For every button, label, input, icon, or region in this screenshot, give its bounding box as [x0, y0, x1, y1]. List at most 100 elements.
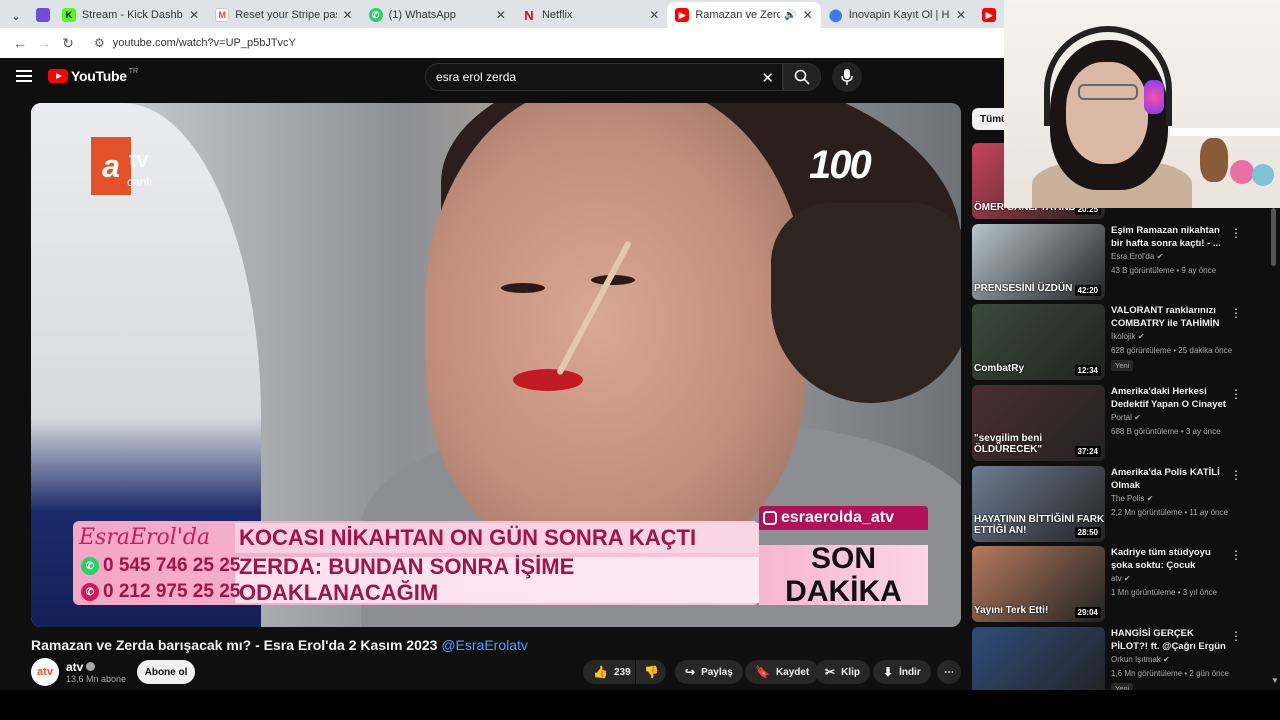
youtube-icon: ▶ [982, 8, 997, 22]
video-thumbnail[interactable]: CombatRy 12:34 [972, 304, 1105, 380]
bottom-black-bar [0, 690, 1280, 720]
browser-tab-0[interactable] [28, 2, 54, 28]
browser-tab-3[interactable]: ✆ (1) WhatsApp ✕ [361, 2, 514, 28]
url-omnibox[interactable]: ⚙ youtube.com/watch?v=UP_p5bJTvcY [86, 31, 996, 55]
recommendation-title[interactable]: VALORANT ranklarınızı COMBATRY ile TAHİM… [1111, 304, 1227, 330]
recommendation-meta: 1,6 Mn görüntüleme • 2 gün önce [1111, 669, 1229, 678]
voice-search-button[interactable] [832, 62, 862, 92]
more-actions-button[interactable]: ⋯ [937, 660, 961, 684]
recommendation-title[interactable]: Amerika'da Polis KATİLİ Olmak [1111, 466, 1227, 492]
search-input[interactable]: esra erol zerda ✕ [425, 63, 783, 91]
video-thumbnail[interactable]: "sevgilim beni ÖLDÜRECEK" 37:24 [972, 385, 1105, 461]
more-vertical-icon[interactable]: ⋮ [1230, 226, 1242, 240]
video-title-mention[interactable]: @EsraErolatv [441, 637, 528, 653]
clip-button[interactable]: ✂ Klip [815, 660, 870, 684]
close-icon[interactable]: ✕ [803, 8, 813, 22]
video-thumbnail[interactable]: Yayını Terk Etti! 29:04 [972, 546, 1105, 622]
menu-hamburger-icon[interactable] [16, 70, 32, 82]
subscribe-button[interactable]: Abone ol [137, 660, 195, 684]
clear-search-icon[interactable]: ✕ [761, 69, 774, 87]
channel-name[interactable]: atv [66, 660, 96, 674]
video-thumbnail[interactable]: PRENSESİNİ ÜZDÜN 42:20 [972, 224, 1105, 300]
more-vertical-icon[interactable]: ⋮ [1230, 306, 1242, 320]
youtube-logo[interactable]: YouTube TR [48, 68, 138, 84]
youtube-play-icon [48, 69, 68, 83]
webcam-rgb-earcup [1144, 80, 1164, 114]
breaking-dakika: DAKİKA [785, 575, 902, 608]
channel-text: atv [1111, 574, 1122, 583]
video-player[interactable]: a tv canlı 100 EsraErol'da KOCASI NİKAHT… [31, 103, 961, 627]
recommendation-channel[interactable]: Portal ✔ [1111, 413, 1141, 422]
browser-tab-6[interactable]: ⬤ İnovapin Kayıt Ol | Hemen Üy ✕ [821, 2, 974, 28]
webcam-overlay [1004, 0, 1280, 208]
more-vertical-icon[interactable]: ⋮ [1230, 548, 1242, 562]
microphone-icon [841, 69, 853, 85]
browser-tab-2[interactable]: M Reset your Stripe password - ç ✕ [207, 2, 360, 28]
download-button[interactable]: ⬇ İndir [873, 660, 931, 684]
recommendation-channel[interactable]: İkolojik ✔ [1111, 332, 1144, 341]
recommendation-item[interactable]: Yayını Terk Etti! 29:04 Kadriye tüm stüdyo… [972, 546, 1272, 622]
republic-100-logo: 100 [809, 143, 872, 187]
recommendation-meta: 688 B görüntüleme • 3 ay önce [1111, 427, 1221, 436]
video-thumbnail[interactable]: HAYATININ BİTTİĞİNİ FARK ETTİĞİ AN! 28:50 [972, 466, 1105, 542]
browser-tab-1[interactable]: K Stream - Kick Dashboard ✕ [54, 2, 207, 28]
back-arrow-icon[interactable]: ← [8, 31, 32, 55]
video-title: Ramazan ve Zerda barışacak mı? - Esra Er… [31, 637, 961, 653]
recommendation-title[interactable]: HANGİSİ GERÇEK PİLOT?! ft. @Çağrı Ergün [1111, 627, 1227, 653]
recommendation-title[interactable]: Amerika'daki Herkesi Dedektif Yapan O Ci… [1111, 385, 1227, 411]
close-icon[interactable]: ✕ [649, 8, 659, 22]
search-button[interactable] [783, 63, 821, 91]
recommendation-meta: 628 görüntüleme • 25 dakika önce [1111, 346, 1233, 355]
recommendation-channel[interactable]: Orkun Işıtmak ✔ [1111, 655, 1170, 664]
more-vertical-icon[interactable]: ⋮ [1230, 468, 1242, 482]
instagram-handle: esraerolda_atv [759, 506, 928, 530]
more-horizontal-icon: ⋯ [944, 666, 954, 678]
recommendation-channel[interactable]: Esra Erol'da ✔ [1111, 252, 1163, 261]
new-badge: Yeni [1111, 360, 1134, 371]
tab-title: Ramazan ve Zerda barışacə [695, 9, 781, 21]
tab-search-chevron-icon[interactable]: ⌄ [4, 4, 28, 28]
thumbnail-overlay-text: Yayını Terk Etti! [974, 605, 1049, 616]
thumbs-down-icon: 👎 [644, 665, 659, 679]
channel-avatar[interactable]: atv [31, 658, 59, 686]
browser-tab-7[interactable]: ▶ [974, 2, 1004, 28]
recommendation-item[interactable]: PRENSESİNİ ÜZDÜN 42:20 Eşim Ramazan nikaht… [972, 224, 1272, 300]
more-vertical-icon[interactable]: ⋮ [1230, 387, 1242, 401]
browser-tab-4[interactable]: N Netflix ✕ [514, 2, 667, 28]
recommendation-title[interactable]: Eşim Ramazan nikahtan bir hafta sonra ka… [1111, 224, 1227, 250]
share-button[interactable]: ↪ Paylaş [675, 660, 743, 684]
recommendation-channel[interactable]: atv ✔ [1111, 574, 1131, 583]
browser-tab-5-active[interactable]: ▶ Ramazan ve Zerda barışacə 🔊 ✕ [667, 2, 821, 28]
tab-favicon-icon [35, 8, 50, 22]
close-icon[interactable]: ✕ [189, 8, 199, 22]
recommendation-item[interactable]: HAYATININ BİTTİĞİNİ FARK ETTİĞİ AN! 28:50… [972, 466, 1272, 542]
save-button[interactable]: 🔖 Kaydet [745, 660, 820, 684]
netflix-icon: N [524, 7, 534, 23]
tab-title: Stream - Kick Dashboard [81, 9, 183, 21]
scrollbar-thumb[interactable] [1271, 208, 1276, 266]
recommendation-title[interactable]: Kadriye tüm stüdyoyu şoka soktu: Çocuk k… [1111, 546, 1227, 572]
close-icon[interactable]: ✕ [956, 8, 966, 22]
thumbnail-overlay-text: PRENSESİNİ ÜZDÜN [974, 283, 1073, 294]
forward-arrow-icon[interactable]: → [32, 31, 56, 55]
scroll-down-arrow-icon[interactable]: ▼ [1271, 676, 1279, 685]
webcam-shelf [1170, 128, 1280, 136]
like-button[interactable]: 👍 239 [583, 660, 635, 684]
location-pin-icon: ⬤ [829, 8, 843, 22]
recommendation-item[interactable]: "sevgilim beni ÖLDÜRECEK" 37:24 Amerika'da… [972, 385, 1272, 461]
close-icon[interactable]: ✕ [496, 8, 506, 22]
reload-icon[interactable]: ↻ [56, 31, 80, 55]
more-vertical-icon[interactable]: ⋮ [1230, 629, 1242, 643]
instagram-text: esraerolda_atv [781, 509, 894, 526]
speaker-icon[interactable]: 🔊 [784, 10, 796, 21]
dislike-button[interactable]: 👎 [636, 660, 666, 684]
verified-icon: ✔ [1123, 574, 1131, 583]
channel-name-text: atv [66, 660, 84, 674]
site-info-icon[interactable]: ⚙ [94, 36, 105, 50]
recommendation-item[interactable]: CombatRy 12:34 VALORANT ranklarınızı COMBA… [972, 304, 1272, 380]
kick-icon: K [61, 8, 76, 22]
recommendation-channel[interactable]: The Polis ✔ [1111, 494, 1153, 503]
video-title-text: Ramazan ve Zerda barışacak mı? - Esra Er… [31, 637, 438, 653]
thumbnail-overlay-text: CombatRy [974, 363, 1025, 374]
close-icon[interactable]: ✕ [343, 8, 353, 22]
